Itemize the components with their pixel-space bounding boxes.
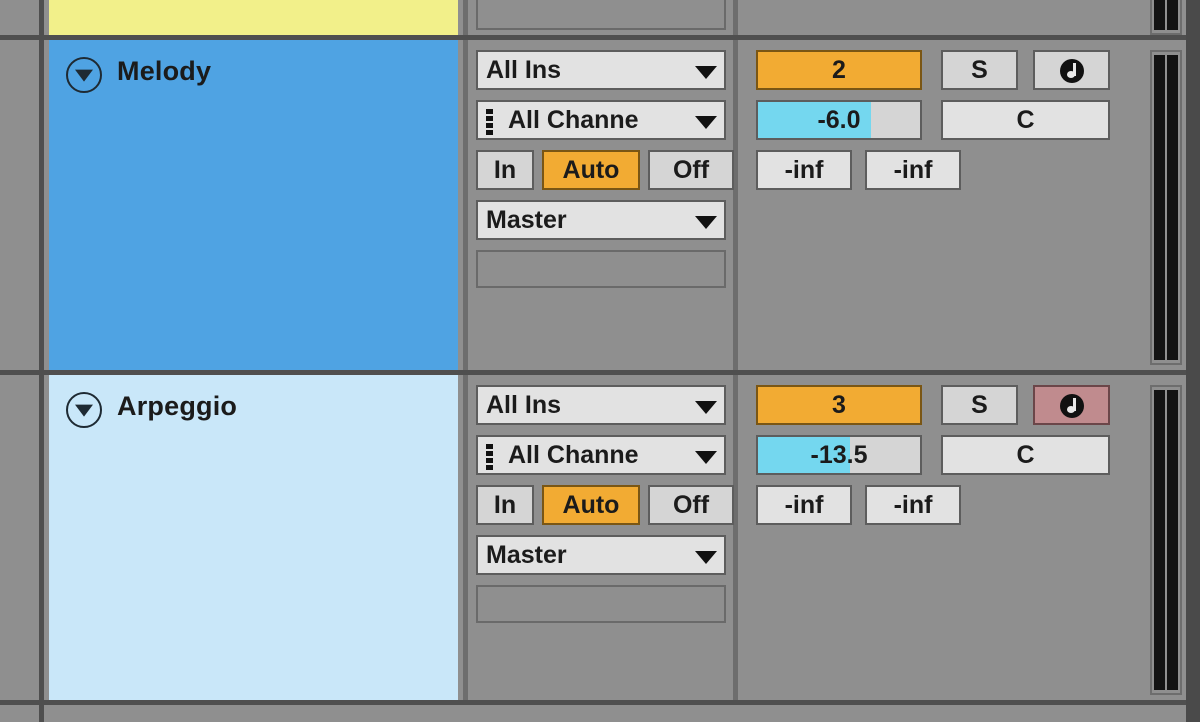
input-type-label: All Ins bbox=[486, 391, 562, 419]
monitor-in-button[interactable]: In bbox=[476, 485, 534, 525]
monitor-auto-button[interactable]: Auto bbox=[542, 150, 640, 190]
track-title[interactable]: Melody bbox=[117, 56, 211, 87]
vu-meter-left bbox=[1154, 390, 1165, 690]
record-arm-button[interactable] bbox=[1033, 50, 1110, 90]
monitor-in-button[interactable]: In bbox=[476, 150, 534, 190]
chevron-down-circle-icon[interactable] bbox=[66, 57, 102, 93]
vu-meter-right bbox=[1167, 390, 1178, 690]
chevron-down-icon bbox=[695, 551, 717, 564]
volume-value: -13.5 bbox=[810, 441, 868, 469]
solo-button[interactable]: S bbox=[941, 50, 1018, 90]
pan-display[interactable]: C bbox=[941, 100, 1110, 140]
input-channel-chooser[interactable]: All Channe bbox=[476, 435, 726, 475]
monitor-off-button[interactable]: Off bbox=[648, 485, 734, 525]
volume-slider[interactable]: -13.5 bbox=[756, 435, 922, 475]
vu-meter-right bbox=[1167, 55, 1178, 360]
right-edge bbox=[1186, 0, 1200, 722]
send-a-value[interactable]: -inf bbox=[756, 150, 852, 190]
record-arm-midi-icon bbox=[1059, 59, 1084, 83]
input-channel-label: All Channe bbox=[508, 441, 639, 469]
bottom-strip bbox=[0, 700, 1200, 722]
track-number-button[interactable]: 2 bbox=[756, 50, 922, 90]
output-channel-slot[interactable] bbox=[476, 250, 726, 288]
output-type-chooser[interactable]: Master bbox=[476, 535, 726, 575]
track-mixer-column-melody: 2 S -6.0 C -inf -inf bbox=[743, 40, 1200, 370]
monitor-auto-button[interactable]: Auto bbox=[542, 485, 640, 525]
input-type-chooser[interactable]: All Ins bbox=[476, 50, 726, 90]
track-headers-panel: Melody All Ins All Channe In Auto Off Ma… bbox=[0, 0, 1200, 722]
track-io-column-arpeggio: All Ins All Channe In Auto Off Master bbox=[463, 375, 738, 700]
input-type-label: All Ins bbox=[486, 56, 562, 84]
input-channel-chooser[interactable]: All Channe bbox=[476, 100, 726, 140]
vu-meter-left bbox=[1154, 0, 1165, 30]
input-type-chooser[interactable]: All Ins bbox=[476, 385, 726, 425]
volume-value: -6.0 bbox=[817, 106, 861, 134]
bottom-gutter bbox=[0, 705, 44, 722]
io-empty-slot[interactable] bbox=[476, 0, 726, 30]
vu-meter-right bbox=[1167, 0, 1178, 30]
midi-channel-dots-icon bbox=[486, 444, 494, 470]
track-io-column-melody: All Ins All Channe In Auto Off Master bbox=[463, 40, 738, 370]
midi-channel-dots-icon bbox=[486, 109, 494, 135]
chevron-down-circle-icon[interactable] bbox=[66, 392, 102, 428]
track-row-arpeggio: Arpeggio All Ins All Channe In Auto Off … bbox=[0, 370, 1200, 700]
track-row-melody: Melody All Ins All Channe In Auto Off Ma… bbox=[0, 35, 1200, 370]
track-title[interactable]: Arpeggio bbox=[117, 391, 237, 422]
chevron-down-icon bbox=[695, 401, 717, 414]
monitor-button-group: In Auto Off bbox=[476, 150, 734, 190]
track-name-panel-arpeggio[interactable]: Arpeggio bbox=[49, 375, 458, 700]
solo-button[interactable]: S bbox=[941, 385, 1018, 425]
record-arm-midi-icon bbox=[1059, 394, 1084, 418]
track-mixer-column-arpeggio: 3 S -13.5 C -inf -inf bbox=[743, 375, 1200, 700]
output-type-label: Master bbox=[486, 541, 567, 569]
output-channel-slot[interactable] bbox=[476, 585, 726, 623]
chevron-down-icon bbox=[695, 66, 717, 79]
track-mixer-column bbox=[743, 0, 1200, 35]
vu-meter-left bbox=[1154, 55, 1165, 360]
send-b-value[interactable]: -inf bbox=[865, 485, 961, 525]
record-arm-button[interactable] bbox=[1033, 385, 1110, 425]
chevron-down-icon bbox=[695, 216, 717, 229]
track-name-panel-melody[interactable]: Melody bbox=[49, 40, 458, 370]
send-b-value[interactable]: -inf bbox=[865, 150, 961, 190]
vu-meter bbox=[1150, 50, 1182, 365]
track-gutter bbox=[0, 375, 44, 700]
pan-display[interactable]: C bbox=[941, 435, 1110, 475]
track-gutter bbox=[0, 40, 44, 370]
chevron-down-icon bbox=[695, 451, 717, 464]
monitor-off-button[interactable]: Off bbox=[648, 150, 734, 190]
monitor-button-group: In Auto Off bbox=[476, 485, 734, 525]
vu-meter bbox=[1150, 0, 1182, 35]
track-row-partial bbox=[0, 0, 1200, 35]
chevron-down-icon bbox=[695, 116, 717, 129]
vu-meter bbox=[1150, 385, 1182, 695]
send-a-value[interactable]: -inf bbox=[756, 485, 852, 525]
track-gutter bbox=[0, 0, 44, 35]
output-type-chooser[interactable]: Master bbox=[476, 200, 726, 240]
output-type-label: Master bbox=[486, 206, 567, 234]
track-number-button[interactable]: 3 bbox=[756, 385, 922, 425]
track-io-column bbox=[463, 0, 738, 35]
input-channel-label: All Channe bbox=[508, 106, 639, 134]
volume-slider[interactable]: -6.0 bbox=[756, 100, 922, 140]
track-name-panel[interactable] bbox=[49, 0, 458, 35]
